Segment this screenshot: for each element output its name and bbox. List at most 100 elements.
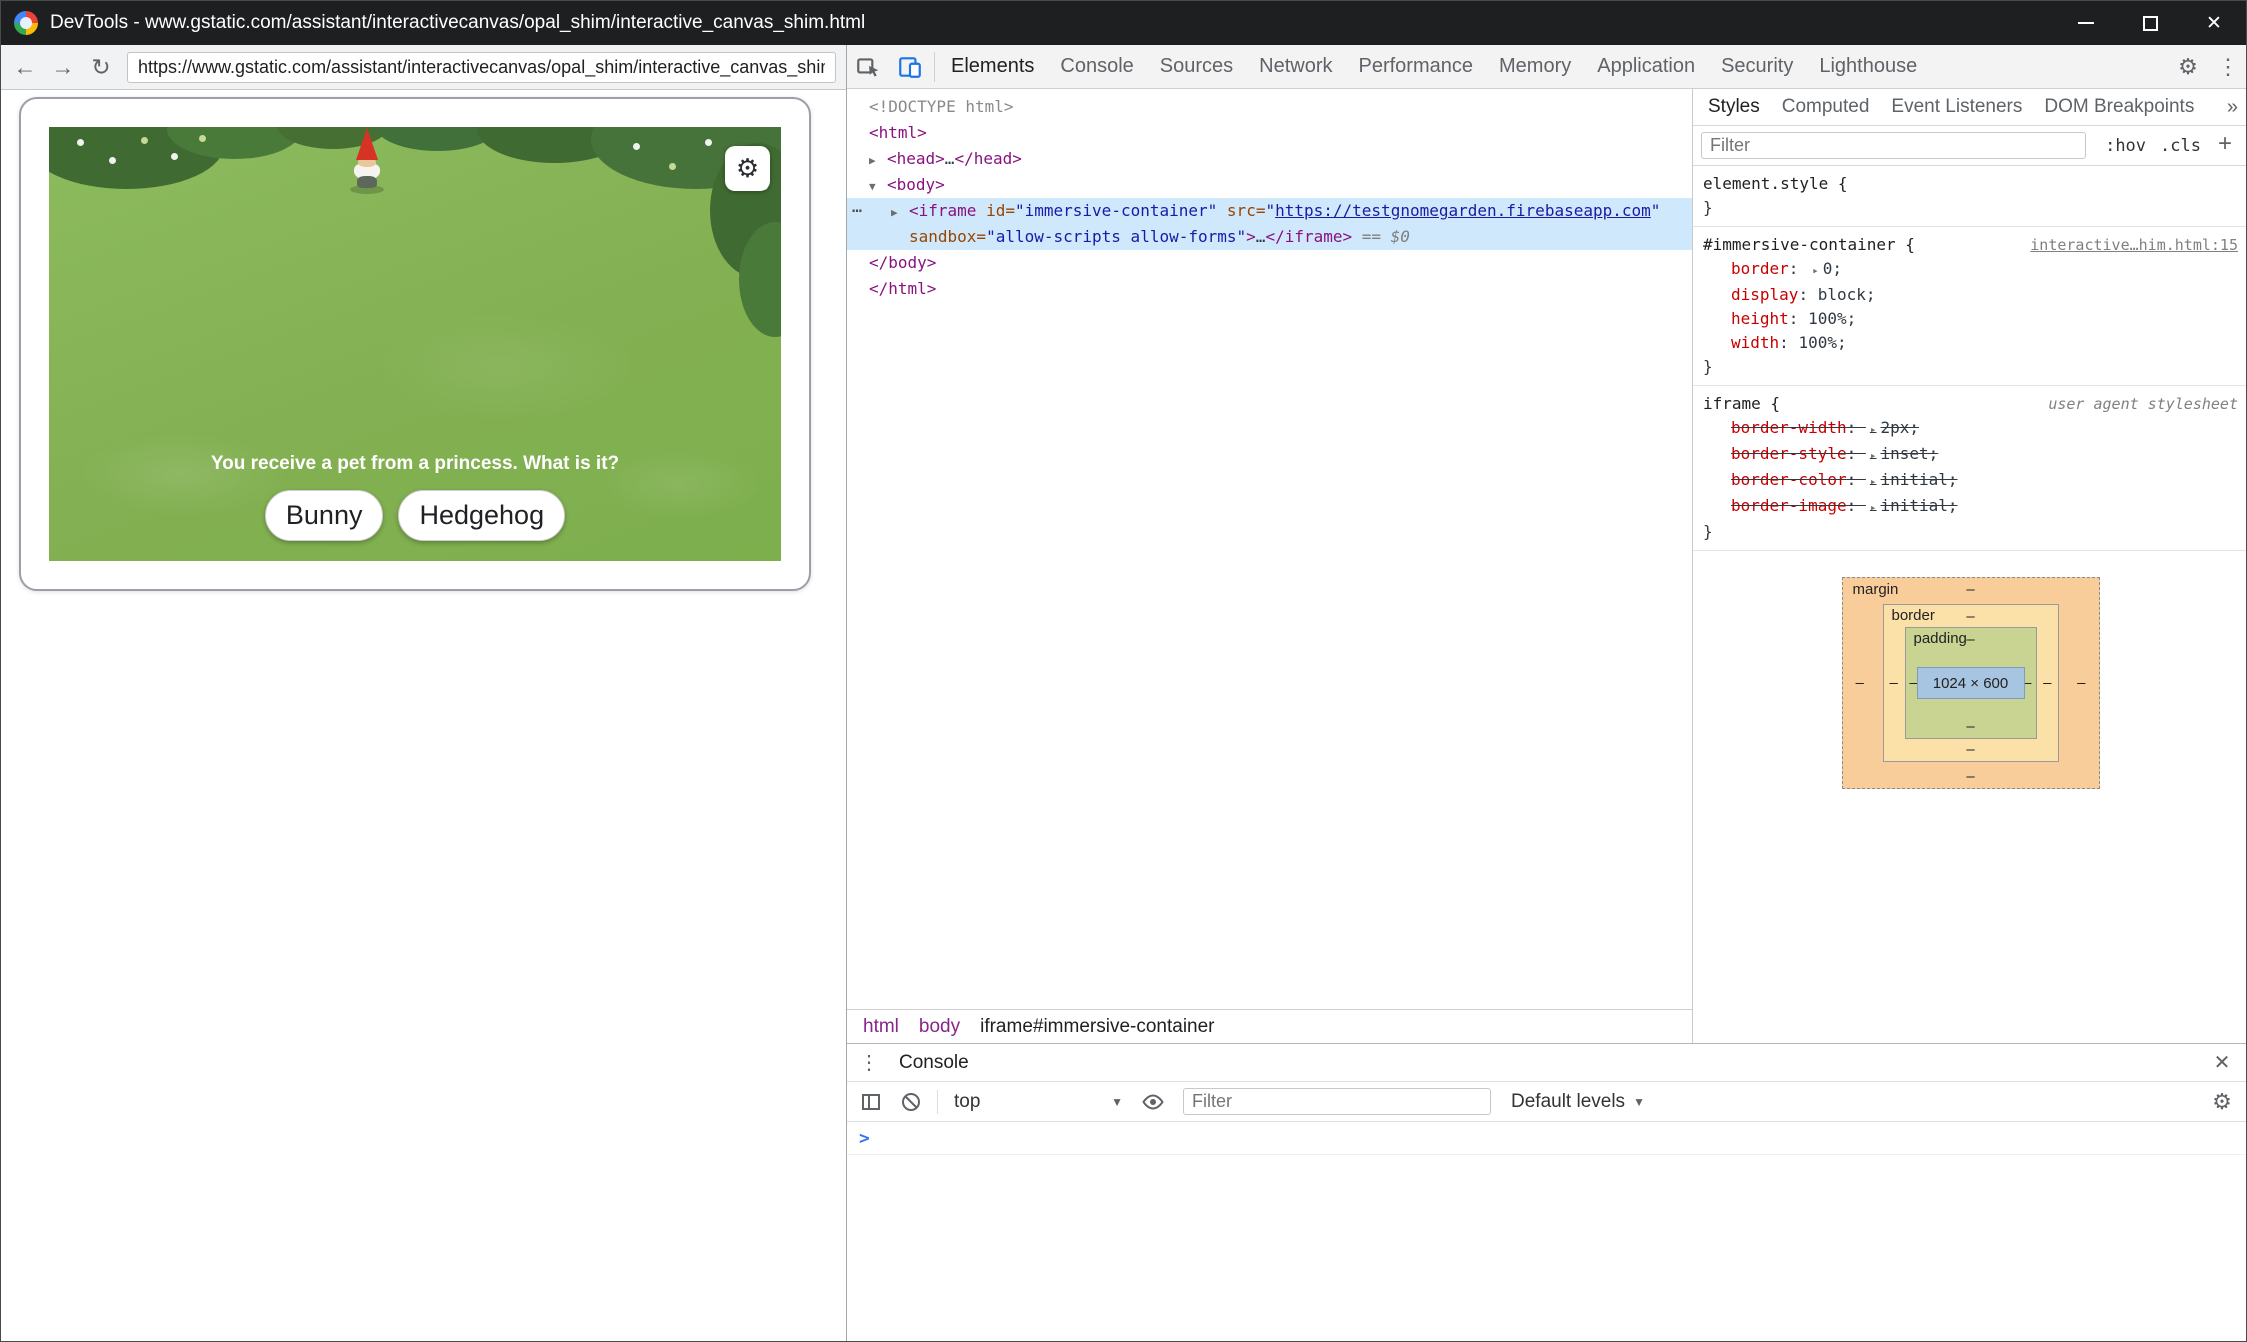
expand-arrow-icon[interactable]: ▸: [1866, 475, 1881, 488]
dom-tree-node[interactable]: ▼<body>: [847, 172, 1692, 198]
styles-filter-input[interactable]: [1701, 132, 2086, 159]
expand-arrow-icon[interactable]: ▶: [891, 200, 909, 226]
box-model-padding[interactable]: padding – – – – 1024 × 600: [1905, 627, 2037, 739]
dom-tree-node[interactable]: ▶<head>…</head>: [847, 146, 1692, 172]
dom-tree-node[interactable]: </html>: [847, 276, 1692, 302]
close-button[interactable]: ✕: [2182, 1, 2246, 45]
css-property-value[interactable]: block;: [1818, 285, 1876, 304]
css-property[interactable]: border: ▸0;: [1703, 257, 2238, 283]
drawer-menu-button[interactable]: ⋮: [851, 1050, 887, 1075]
reload-button[interactable]: ↻: [83, 49, 119, 85]
border-top-value[interactable]: –: [1966, 608, 1974, 625]
tab-elements[interactable]: Elements: [938, 45, 1047, 88]
devtools-menu-button[interactable]: ⋮: [2208, 54, 2247, 80]
devtools-settings-button[interactable]: ⚙: [2168, 54, 2208, 80]
box-model-margin[interactable]: margin – – – – border – – – – padding: [1842, 577, 2100, 789]
more-tabs-icon[interactable]: »: [2217, 96, 2247, 119]
tab-application[interactable]: Application: [1584, 45, 1708, 88]
css-property-value[interactable]: inset;: [1880, 444, 1938, 463]
css-property-name[interactable]: width: [1731, 333, 1779, 352]
clear-console-button[interactable]: [893, 1084, 929, 1120]
border-bottom-value[interactable]: –: [1966, 741, 1974, 758]
styles-tab-event-listeners[interactable]: Event Listeners: [1880, 89, 2033, 125]
dom-tree-node[interactable]: <html>: [847, 120, 1692, 146]
margin-top-value[interactable]: –: [1966, 581, 1974, 598]
box-model-border[interactable]: border – – – – padding – – – – 10: [1883, 604, 2059, 762]
styles-tab-dom-breakpoints[interactable]: DOM Breakpoints: [2033, 89, 2205, 125]
css-property-value[interactable]: initial;: [1880, 470, 1957, 489]
console-prompt[interactable]: >: [847, 1122, 2247, 1155]
css-property[interactable]: height: 100%;: [1703, 307, 2238, 331]
css-property-value[interactable]: 0;: [1823, 259, 1842, 278]
css-property[interactable]: border-style: ▸inset;: [1703, 442, 2238, 468]
css-property-value[interactable]: initial;: [1880, 496, 1957, 515]
css-property-name[interactable]: border-color: [1731, 470, 1847, 489]
expand-arrow-icon[interactable]: ▸: [1866, 449, 1881, 462]
hedgehog-button[interactable]: Hedgehog: [398, 490, 565, 541]
css-property[interactable]: border-width: ▸2px;: [1703, 416, 2238, 442]
expand-arrow-icon[interactable]: ▸: [1808, 264, 1823, 277]
rule-selector[interactable]: #immersive-container {: [1703, 233, 1915, 257]
padding-top-value[interactable]: –: [1966, 631, 1974, 648]
box-model-content[interactable]: 1024 × 600: [1917, 667, 2025, 699]
css-property[interactable]: border-color: ▸initial;: [1703, 468, 2238, 494]
dom-tree-node[interactable]: sandbox="allow-scripts allow-forms">…</i…: [847, 224, 1692, 250]
breadcrumb-html[interactable]: html: [853, 1016, 909, 1038]
breadcrumb-body[interactable]: body: [909, 1016, 970, 1038]
css-property-value[interactable]: 2px;: [1880, 418, 1919, 437]
border-right-value[interactable]: –: [2043, 675, 2051, 692]
drawer-close-button[interactable]: ✕: [2200, 1050, 2244, 1075]
maximize-button[interactable]: [2118, 1, 2182, 45]
css-property[interactable]: display: block;: [1703, 283, 2238, 307]
css-property-name[interactable]: border-style: [1731, 444, 1847, 463]
tab-memory[interactable]: Memory: [1486, 45, 1584, 88]
css-property-name[interactable]: border-image: [1731, 496, 1847, 515]
css-property-value[interactable]: 100%;: [1808, 309, 1856, 328]
breadcrumb-iframe[interactable]: iframe#immersive-container: [970, 1016, 1224, 1038]
expand-arrow-icon[interactable]: ▼: [869, 174, 887, 200]
new-style-rule-button[interactable]: +: [2210, 130, 2240, 162]
expand-arrow-icon[interactable]: ▸: [1866, 501, 1881, 514]
css-property-name[interactable]: border-width: [1731, 418, 1847, 437]
tab-lighthouse[interactable]: Lighthouse: [1806, 45, 1930, 88]
console-settings-button[interactable]: ⚙: [2202, 1089, 2242, 1115]
margin-right-value[interactable]: –: [2077, 675, 2085, 692]
padding-bottom-value[interactable]: –: [1966, 718, 1974, 735]
minimize-button[interactable]: [2054, 1, 2118, 45]
css-property-name[interactable]: height: [1731, 309, 1789, 328]
toggle-element-state-button[interactable]: :hov: [2100, 134, 2151, 158]
border-left-value[interactable]: –: [1890, 675, 1898, 692]
margin-bottom-value[interactable]: –: [1966, 768, 1974, 785]
toggle-classes-button[interactable]: .cls: [2155, 134, 2206, 158]
console-filter-input[interactable]: [1183, 1088, 1491, 1115]
execution-context-select[interactable]: top ▼: [946, 1091, 1131, 1113]
tab-security[interactable]: Security: [1708, 45, 1806, 88]
live-expression-button[interactable]: [1135, 1084, 1171, 1120]
drawer-tab-console[interactable]: Console: [887, 1052, 981, 1074]
expand-arrow-icon[interactable]: ▶: [869, 148, 887, 174]
dom-tree-node[interactable]: </body>: [847, 250, 1692, 276]
node-overflow-dots[interactable]: ⋯: [852, 198, 863, 224]
expand-arrow-icon[interactable]: ▸: [1866, 423, 1881, 436]
dom-tree-node[interactable]: ⋯▶<iframe id="immersive-container" src="…: [847, 198, 1692, 224]
stylesheet-link[interactable]: interactive…him.html:15: [2022, 233, 2238, 257]
bunny-button[interactable]: Bunny: [265, 490, 384, 541]
console-sidebar-button[interactable]: [853, 1084, 889, 1120]
resource-link[interactable]: https://testgnomegarden.firebaseapp.com: [1275, 201, 1651, 220]
styles-tab-computed[interactable]: Computed: [1771, 89, 1881, 125]
tab-performance[interactable]: Performance: [1346, 45, 1487, 88]
tab-sources[interactable]: Sources: [1147, 45, 1246, 88]
rule-selector[interactable]: element.style {: [1703, 172, 1848, 196]
rule-selector[interactable]: iframe {: [1703, 392, 1780, 416]
forward-button[interactable]: →: [45, 49, 81, 85]
tab-console[interactable]: Console: [1047, 45, 1146, 88]
log-levels-select[interactable]: Default levels ▼: [1503, 1091, 1653, 1113]
url-input[interactable]: [127, 52, 836, 83]
tab-network[interactable]: Network: [1246, 45, 1345, 88]
dom-tree-node[interactable]: <!DOCTYPE html>: [847, 94, 1692, 120]
css-property-name[interactable]: display: [1731, 285, 1798, 304]
back-button[interactable]: ←: [7, 49, 43, 85]
css-property[interactable]: width: 100%;: [1703, 331, 2238, 355]
styles-tab-styles[interactable]: Styles: [1697, 89, 1771, 125]
inspect-element-button[interactable]: [847, 45, 889, 88]
